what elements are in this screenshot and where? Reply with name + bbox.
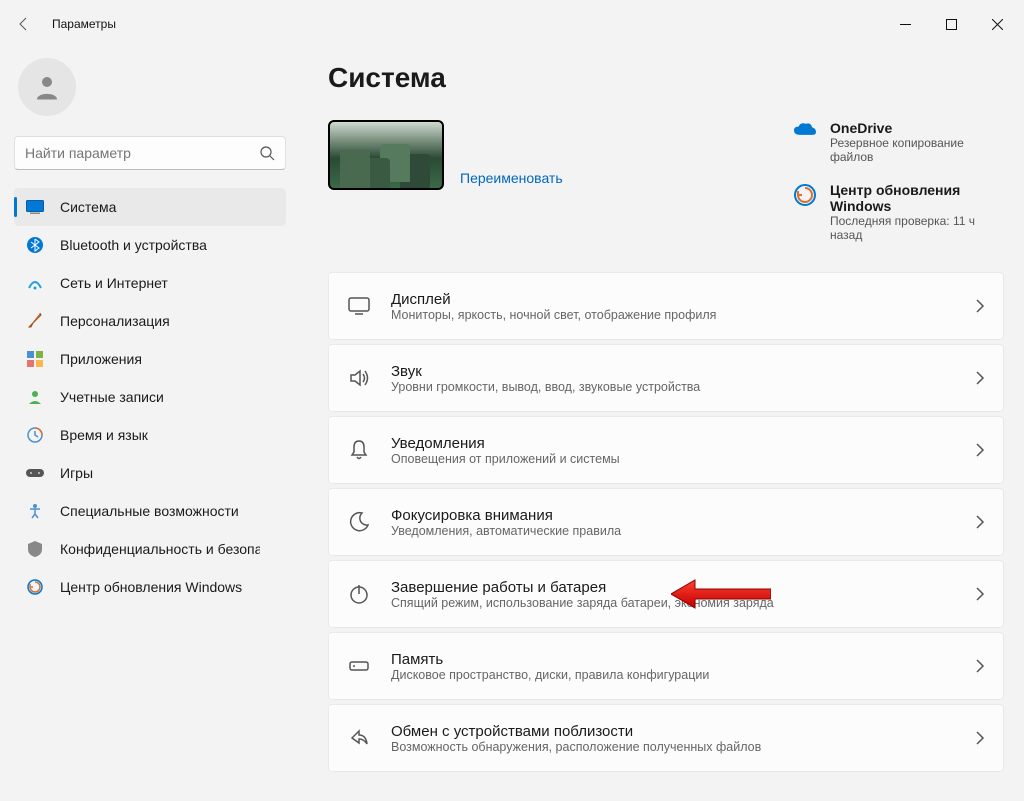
- minimize-button[interactable]: [882, 0, 928, 48]
- info-column: OneDrive Резервное копирование файлов Це…: [794, 120, 1004, 242]
- sidebar-item-time-language[interactable]: Время и язык: [14, 416, 286, 454]
- chevron-right-icon: [975, 371, 985, 385]
- sidebar-item-accounts[interactable]: Учетные записи: [14, 378, 286, 416]
- bell-icon: [347, 438, 371, 462]
- search-input[interactable]: [25, 145, 259, 161]
- setting-sound[interactable]: ЗвукУровни громкости, вывод, ввод, звуко…: [328, 344, 1004, 412]
- close-button[interactable]: [974, 0, 1020, 48]
- display-icon: [347, 294, 371, 318]
- sidebar-item-accessibility[interactable]: Специальные возможности: [14, 492, 286, 530]
- sidebar-item-label: Специальные возможности: [60, 503, 239, 519]
- update-title: Центр обновления Windows: [830, 182, 1004, 214]
- sidebar-item-bluetooth[interactable]: Bluetooth и устройства: [14, 226, 286, 264]
- onedrive-title: OneDrive: [830, 120, 1004, 136]
- sidebar-item-privacy[interactable]: Конфиденциальность и безопасность: [14, 530, 286, 568]
- setting-sub: Спящий режим, использование заряда батар…: [391, 596, 975, 610]
- setting-sub: Оповещения от приложений и системы: [391, 452, 975, 466]
- user-block[interactable]: [14, 52, 286, 136]
- time-icon: [26, 426, 44, 444]
- setting-title: Обмен с устройствами поблизости: [391, 723, 975, 740]
- sidebar-item-network[interactable]: Сеть и Интернет: [14, 264, 286, 302]
- search-box[interactable]: [14, 136, 286, 170]
- moon-icon: [347, 510, 371, 534]
- sidebar-item-label: Приложения: [60, 351, 142, 367]
- accounts-icon: [26, 388, 44, 406]
- sidebar-item-label: Центр обновления Windows: [60, 579, 242, 595]
- setting-title: Звук: [391, 363, 975, 380]
- chevron-right-icon: [975, 515, 985, 529]
- setting-title: Память: [391, 651, 975, 668]
- back-button[interactable]: [4, 0, 44, 48]
- window-controls: [882, 0, 1020, 48]
- rename-link[interactable]: Переименовать: [460, 170, 563, 186]
- onedrive-sub: Резервное копирование файлов: [830, 136, 1004, 164]
- setting-nearby-share[interactable]: Обмен с устройствами поблизостиВозможнос…: [328, 704, 1004, 772]
- sidebar-item-system[interactable]: Система: [14, 188, 286, 226]
- device-info-row: Переименовать OneDrive Резервное копиров…: [328, 120, 1004, 242]
- sound-icon: [347, 366, 371, 390]
- chevron-right-icon: [975, 299, 985, 313]
- storage-icon: [347, 654, 371, 678]
- sidebar-item-apps[interactable]: Приложения: [14, 340, 286, 378]
- nav: Система Bluetooth и устройства Сеть и Ин…: [14, 188, 286, 606]
- device-thumbnail[interactable]: [328, 120, 444, 190]
- setting-storage[interactable]: ПамятьДисковое пространство, диски, прав…: [328, 632, 1004, 700]
- update-icon: [26, 578, 44, 596]
- setting-sub: Мониторы, яркость, ночной свет, отображе…: [391, 308, 975, 322]
- setting-sub: Уровни громкости, вывод, ввод, звуковые …: [391, 380, 975, 394]
- setting-title: Фокусировка внимания: [391, 507, 975, 524]
- setting-notifications[interactable]: УведомленияОповещения от приложений и си…: [328, 416, 1004, 484]
- update-info[interactable]: Центр обновления Windows Последняя прове…: [794, 182, 1004, 242]
- bluetooth-icon: [26, 236, 44, 254]
- sidebar-item-label: Система: [60, 199, 116, 215]
- setting-display[interactable]: ДисплейМониторы, яркость, ночной свет, о…: [328, 272, 1004, 340]
- sidebar-item-label: Конфиденциальность и безопасность: [60, 541, 260, 557]
- page-title: Система: [328, 62, 1004, 94]
- setting-sub: Уведомления, автоматические правила: [391, 524, 975, 538]
- setting-sub: Возможность обнаружения, расположение по…: [391, 740, 975, 754]
- main-content: Система Переименовать OneDrive Резервное…: [300, 48, 1024, 801]
- chevron-right-icon: [975, 443, 985, 457]
- sidebar-item-windows-update[interactable]: Центр обновления Windows: [14, 568, 286, 606]
- settings-list: ДисплейМониторы, яркость, ночной свет, о…: [328, 272, 1004, 772]
- chevron-right-icon: [975, 659, 985, 673]
- power-icon: [347, 582, 371, 606]
- titlebar: Параметры: [0, 0, 1024, 48]
- sidebar-item-label: Сеть и Интернет: [60, 275, 168, 291]
- window-title: Параметры: [52, 17, 116, 31]
- shield-icon: [26, 540, 44, 558]
- sidebar-item-label: Игры: [60, 465, 93, 481]
- setting-title: Уведомления: [391, 435, 975, 452]
- gaming-icon: [26, 464, 44, 482]
- device-info: Переименовать: [460, 120, 563, 190]
- search-icon: [259, 145, 275, 161]
- setting-sub: Дисковое пространство, диски, правила ко…: [391, 668, 975, 682]
- setting-power[interactable]: Завершение работы и батареяСпящий режим,…: [328, 560, 1004, 628]
- share-icon: [347, 726, 371, 750]
- network-icon: [26, 274, 44, 292]
- onedrive-info[interactable]: OneDrive Резервное копирование файлов: [794, 120, 1004, 164]
- sidebar-item-gaming[interactable]: Игры: [14, 454, 286, 492]
- sidebar-item-label: Bluetooth и устройства: [60, 237, 207, 253]
- apps-icon: [26, 350, 44, 368]
- sidebar-item-label: Персонализация: [60, 313, 170, 329]
- update-sub: Последняя проверка: 11 ч назад: [830, 214, 1004, 242]
- device-block: Переименовать: [328, 120, 563, 190]
- sidebar-item-label: Учетные записи: [60, 389, 164, 405]
- chevron-right-icon: [975, 731, 985, 745]
- chevron-right-icon: [975, 587, 985, 601]
- brush-icon: [26, 312, 44, 330]
- avatar: [18, 58, 76, 116]
- accessibility-icon: [26, 502, 44, 520]
- sidebar-item-label: Время и язык: [60, 427, 148, 443]
- windows-update-icon: [794, 184, 816, 206]
- sidebar-item-personalization[interactable]: Персонализация: [14, 302, 286, 340]
- setting-focus[interactable]: Фокусировка вниманияУведомления, автомат…: [328, 488, 1004, 556]
- sidebar: Система Bluetooth и устройства Сеть и Ин…: [0, 48, 300, 801]
- system-icon: [26, 198, 44, 216]
- setting-title: Завершение работы и батарея: [391, 579, 975, 596]
- setting-title: Дисплей: [391, 291, 975, 308]
- onedrive-icon: [794, 122, 816, 144]
- maximize-button[interactable]: [928, 0, 974, 48]
